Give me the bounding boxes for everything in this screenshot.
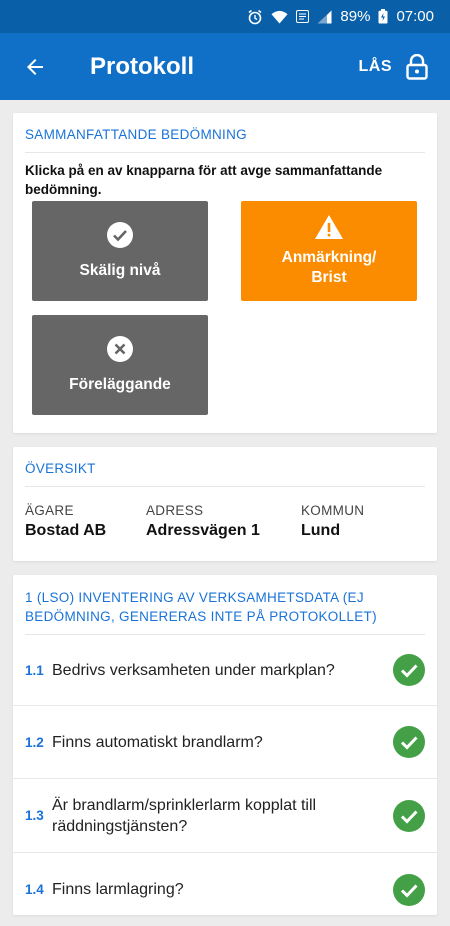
- question-row[interactable]: 1.2 Finns automatiskt brandlarm?: [13, 706, 437, 779]
- owner-label: ÄGARE: [25, 503, 146, 518]
- owner-field: ÄGARE Bostad AB: [25, 503, 146, 540]
- app-bar: Protokoll LÅS: [0, 33, 450, 100]
- lock-button[interactable]: LÅS: [359, 33, 450, 100]
- question-number: 1.4: [25, 882, 52, 897]
- battery-icon: [378, 9, 388, 24]
- close-circle-icon: [106, 335, 134, 363]
- overview-fields: ÄGARE Bostad AB ADRESS Adressvägen 1 KOM…: [13, 503, 437, 540]
- reasonable-level-button[interactable]: Skälig nivå: [32, 201, 208, 301]
- data-icon: [296, 10, 309, 23]
- battery-percent: 89%: [340, 8, 370, 25]
- back-button[interactable]: [0, 33, 70, 100]
- injunction-button[interactable]: Föreläggande: [32, 315, 208, 415]
- address-label: ADRESS: [146, 503, 301, 518]
- check-circle-icon[interactable]: [393, 654, 425, 686]
- check-circle-icon[interactable]: [393, 800, 425, 832]
- question-text: Finns larmlagring?: [52, 879, 393, 900]
- owner-value: Bostad AB: [25, 522, 146, 540]
- question-text: Är brandlarm/sprinklerlarm kopplat till …: [52, 795, 393, 837]
- summary-heading: SAMMANFATTANDE BEDÖMNING: [13, 113, 437, 144]
- summary-instruction: Klicka på en av knapparna för att avge s…: [13, 153, 437, 199]
- overview-card: ÖVERSIKT ÄGARE Bostad AB ADRESS Adressvä…: [13, 447, 437, 561]
- clock-time: 07:00: [396, 8, 434, 25]
- summary-card: SAMMANFATTANDE BEDÖMNING Klicka på en av…: [13, 113, 437, 433]
- question-row[interactable]: 1.4 Finns larmlagring?: [13, 853, 437, 926]
- municipality-label: KOMMUN: [301, 503, 364, 518]
- injunction-label: Föreläggande: [69, 375, 171, 395]
- divider: [25, 486, 425, 487]
- remark-deficiency-label: Anmärkning/ Brist: [269, 248, 389, 288]
- question-number: 1.3: [25, 808, 52, 823]
- lock-icon: [406, 54, 428, 80]
- check-circle-icon[interactable]: [393, 874, 425, 906]
- check-circle-icon[interactable]: [393, 726, 425, 758]
- alarm-icon: [247, 9, 263, 25]
- section1-card: 1 (LSO) INVENTERING AV VERKSAMHETSDATA (…: [13, 575, 437, 915]
- overview-heading: ÖVERSIKT: [13, 447, 437, 478]
- address-field: ADRESS Adressvägen 1: [146, 503, 301, 540]
- address-value: Adressvägen 1: [146, 522, 301, 540]
- signal-icon: [317, 10, 332, 24]
- question-text: Bedrivs verksamheten under markplan?: [52, 660, 393, 681]
- lock-label: LÅS: [359, 58, 393, 76]
- question-number: 1.1: [25, 663, 52, 678]
- question-number: 1.2: [25, 735, 52, 750]
- warning-icon: [314, 214, 344, 240]
- check-circle-icon: [106, 221, 134, 249]
- question-text: Finns automatiskt brandlarm?: [52, 732, 393, 753]
- page-title: Protokoll: [90, 53, 359, 81]
- status-bar: 89% 07:00: [0, 0, 450, 33]
- municipality-field: KOMMUN Lund: [301, 503, 364, 540]
- reasonable-level-label: Skälig nivå: [80, 261, 161, 281]
- arrow-left-icon: [23, 55, 47, 79]
- remark-deficiency-button[interactable]: Anmärkning/ Brist: [241, 201, 417, 301]
- section1-heading: 1 (LSO) INVENTERING AV VERKSAMHETSDATA (…: [13, 575, 437, 626]
- question-row[interactable]: 1.1 Bedrivs verksamheten under markplan?: [13, 635, 437, 706]
- municipality-value: Lund: [301, 522, 364, 540]
- wifi-icon: [271, 10, 288, 24]
- question-row[interactable]: 1.3 Är brandlarm/sprinklerlarm kopplat t…: [13, 779, 437, 853]
